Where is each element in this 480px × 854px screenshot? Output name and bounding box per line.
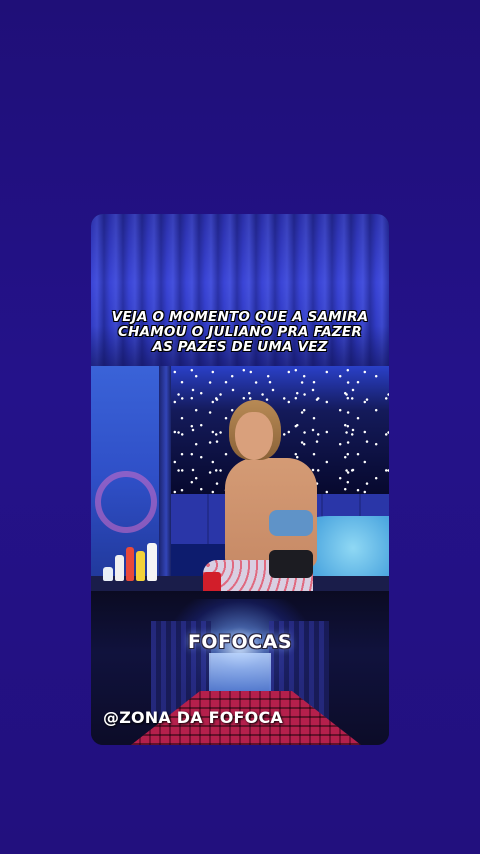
account-handle[interactable]: @ZONA DA FOFOCA <box>103 708 283 727</box>
cinema-screen <box>209 653 271 693</box>
person-sitting <box>203 400 333 591</box>
bottles-on-table <box>99 536 161 581</box>
fofocas-logo: FOFOCAS <box>187 631 293 653</box>
red-cup <box>203 572 221 591</box>
headline-line-2: CHAMOU O JULIANO PRA FAZER <box>118 324 362 340</box>
page-background: VEJA O MOMENTO QUE A SAMIRA CHAMOU O JUL… <box>0 0 480 854</box>
headline-line-3: AS PAZES DE UMA VEZ <box>152 339 328 355</box>
post-headline: VEJA O MOMENTO QUE A SAMIRA CHAMOU O JUL… <box>91 310 389 355</box>
belt-bag <box>269 550 313 578</box>
curtain-header: VEJA O MOMENTO QUE A SAMIRA CHAMOU O JUL… <box>91 214 389 366</box>
promo-banner: FOFOCAS @ZONA DA FOFOCA <box>91 591 389 745</box>
headline-line-1: VEJA O MOMENTO QUE A SAMIRA <box>111 309 369 325</box>
pink-ring-decor <box>95 471 157 533</box>
video-frame[interactable] <box>91 366 389 591</box>
video-post-card[interactable]: VEJA O MOMENTO QUE A SAMIRA CHAMOU O JUL… <box>91 214 389 745</box>
